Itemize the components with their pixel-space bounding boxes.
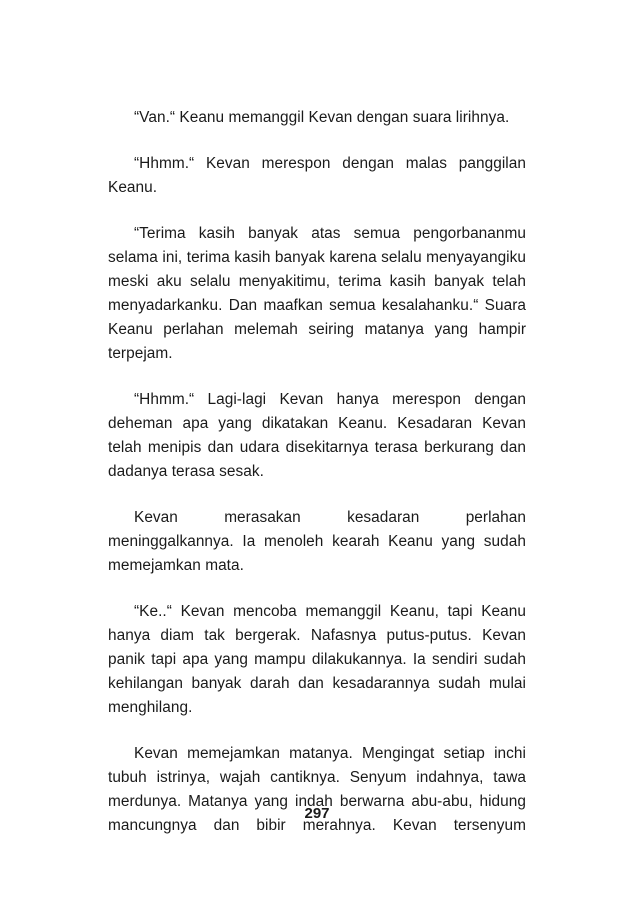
paragraph-2: “Hhmm.“ Kevan merespon dengan malas pang…	[108, 155, 526, 196]
page-number: 297	[304, 805, 330, 822]
paragraph-1: “Van.“ Keanu memanggil Kevan dengan suar…	[134, 109, 510, 126]
paragraph-3: “Terima kasih banyak atas semua pengorba…	[108, 225, 526, 362]
paragraph-5: Kevan merasakan kesadaran perlahan menin…	[108, 509, 526, 574]
paragraph-4: “Hhmm.“ Lagi-lagi Kevan hanya merespon d…	[108, 391, 526, 480]
paragraph-6: “Ke..“ Kevan mencoba memanggil Keanu, ta…	[108, 603, 526, 716]
paragraph-7: Kevan memejamkan matanya. Mengingat seti…	[108, 745, 526, 834]
page-body: “Van.“ Keanu memanggil Kevan dengan suar…	[108, 106, 526, 860]
